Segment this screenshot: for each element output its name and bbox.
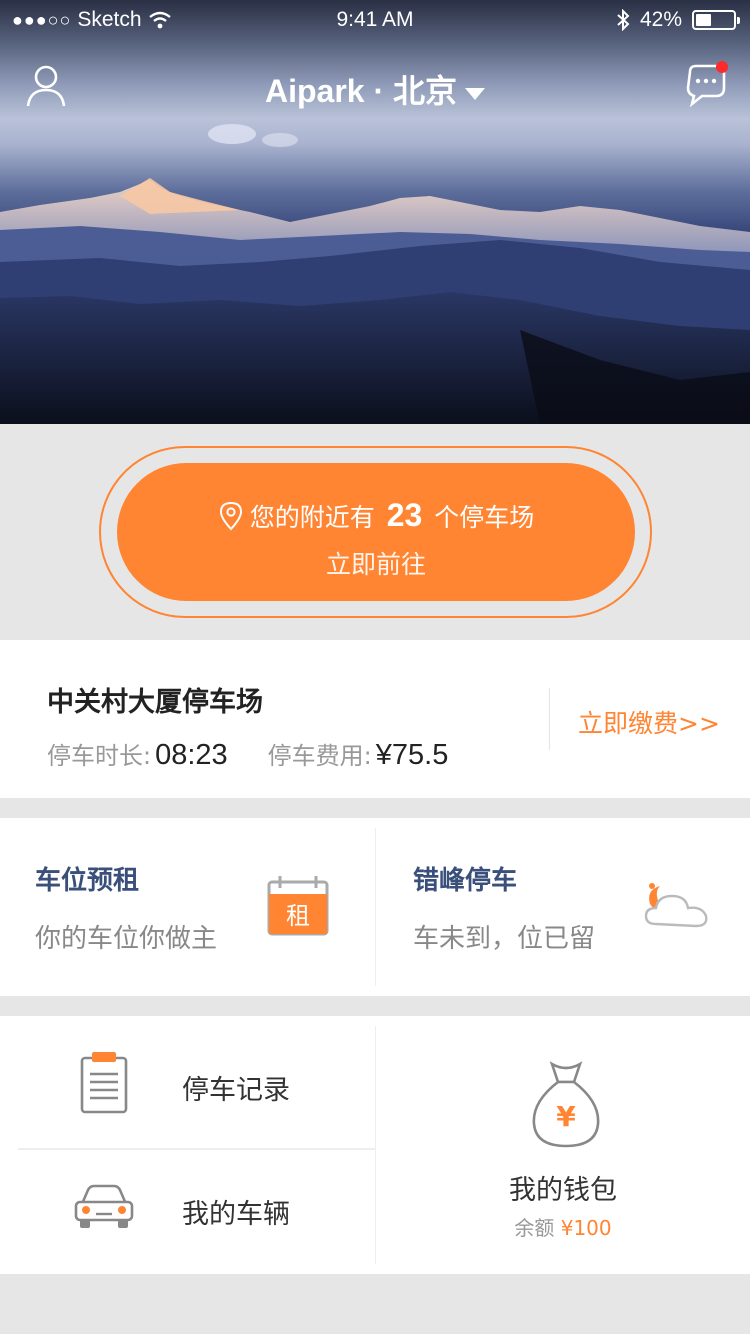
fee-label: 停车费用: — [267, 742, 372, 770]
duration-value: 08:23 — [155, 739, 228, 771]
parking-lot-name: 中关村大厦停车场 — [47, 687, 263, 718]
calendar-rent-icon: 租 — [267, 876, 329, 936]
parking-meta: 停车时长: 08:23 停车费用: ¥75.5 — [47, 736, 448, 772]
chevron-down-icon — [465, 87, 486, 100]
duration-label: 停车时长: — [47, 742, 152, 770]
parking-records-label: 停车记录 — [182, 1075, 290, 1106]
parking-records-item[interactable]: 停车记录 — [18, 1026, 375, 1150]
car-icon — [74, 1184, 134, 1228]
feature-subtitle: 车未到，位已留 — [413, 924, 596, 954]
feature-space-prerent[interactable]: 车位预租 你的车位你做主 租 — [0, 818, 375, 996]
balance-amount: ¥100 — [560, 1216, 612, 1240]
feature-title: 错峰停车 — [413, 866, 518, 896]
city-selector[interactable]: Aipark · 北京 — [0, 66, 750, 112]
app-home-screen: ●●●○○ Sketch 9:41 AM 42% Aipark · 北京 您的附… — [0, 0, 750, 1334]
rent-icon-text: 租 — [286, 902, 310, 930]
feature-title: 车位预租 — [35, 866, 140, 896]
hero-banner: ●●●○○ Sketch 9:41 AM 42% Aipark · 北京 — [0, 0, 750, 424]
nav-bar: Aipark · 北京 — [0, 56, 750, 116]
battery-icon — [692, 10, 740, 30]
feature-subtitle: 你的车位你做主 — [35, 924, 218, 954]
moon-cloud-icon — [644, 883, 708, 928]
nearby-summary: 您的附近有 23 个停车场 — [117, 497, 635, 534]
wallet-icon-text: ¥ — [556, 1100, 576, 1133]
feature-offpeak-parking[interactable]: 错峰停车 车未到，位已留 — [376, 818, 750, 996]
my-wallet-item[interactable]: ¥ 我的钱包 余额 ¥100 — [376, 1016, 750, 1274]
divider — [549, 688, 550, 750]
nearby-suffix: 个停车场 — [434, 502, 535, 532]
fee-value: ¥75.5 — [375, 739, 449, 771]
message-bubble-icon[interactable] — [682, 58, 730, 108]
bluetooth-icon — [617, 9, 630, 31]
clipboard-icon — [80, 1052, 128, 1114]
pay-now-link[interactable]: 立即缴费>> — [578, 704, 720, 740]
services-grid: 停车记录 我的车辆 ¥ 我的钱包 余额 ¥100 — [0, 1016, 750, 1274]
balance-label: 余额 — [514, 1216, 555, 1240]
battery-percentage: 42% — [639, 8, 682, 31]
features-card: 车位预租 你的车位你做主 租 错峰停车 车未到，位已留 — [0, 818, 750, 996]
status-bar: ●●●○○ Sketch 9:41 AM 42% — [0, 0, 750, 40]
nearby-parking-button[interactable]: 您的附近有 23 个停车场 立即前往 — [117, 463, 635, 601]
nearby-count: 23 — [386, 497, 423, 533]
money-bag-icon: ¥ — [532, 1061, 600, 1148]
nearby-action-label: 立即前往 — [325, 550, 426, 579]
location-pin-icon — [219, 501, 242, 530]
battery-fill — [696, 14, 712, 26]
app-city-title: Aipark · 北京 — [264, 73, 458, 109]
unread-dot-icon — [716, 61, 728, 73]
wallet-balance: 余额 ¥100 — [376, 1212, 750, 1241]
my-vehicles-label: 我的车辆 — [182, 1199, 290, 1230]
nearby-prefix: 您的附近有 — [249, 502, 375, 532]
current-parking-card: 中关村大厦停车场 停车时长: 08:23 停车费用: ¥75.5 立即缴费>> — [0, 640, 750, 798]
wallet-label: 我的钱包 — [509, 1175, 617, 1206]
my-vehicles-item[interactable]: 我的车辆 — [18, 1150, 375, 1274]
services-list: 停车记录 我的车辆 — [18, 1026, 375, 1274]
